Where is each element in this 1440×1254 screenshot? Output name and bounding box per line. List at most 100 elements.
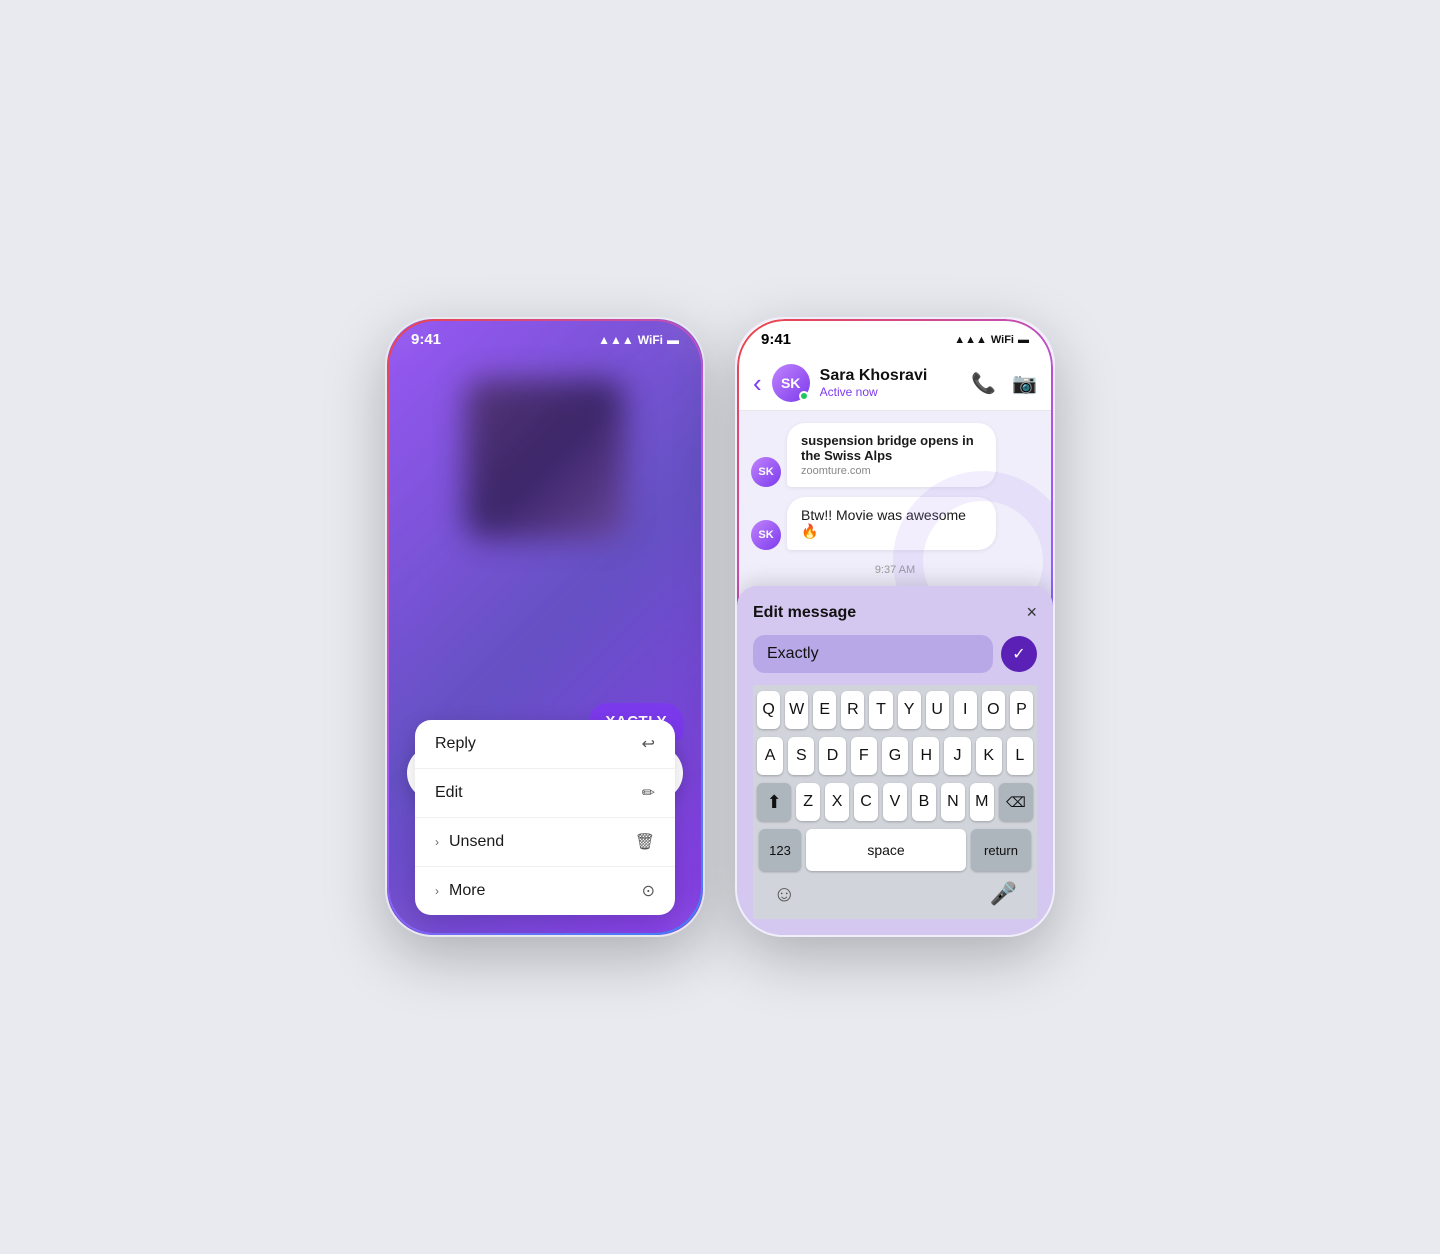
key-z[interactable]: Z	[796, 783, 820, 821]
more-label: More	[449, 882, 485, 900]
key-y[interactable]: Y	[898, 691, 921, 729]
key-t[interactable]: T	[869, 691, 892, 729]
context-menu: Reply ↩ Edit ✏ › Unsend 🗑	[415, 720, 675, 915]
blurred-image	[465, 379, 625, 539]
trash-icon: 🗑	[635, 832, 655, 852]
more-chevron: ›	[435, 884, 439, 898]
key-d[interactable]: D	[819, 737, 845, 775]
timestamp-text: 9:37 AM	[875, 564, 915, 576]
context-menu-reply[interactable]: Reply ↩	[415, 720, 675, 769]
key-i[interactable]: I	[954, 691, 977, 729]
context-menu-edit[interactable]: Edit ✏	[415, 769, 675, 818]
time-right: 9:41	[761, 331, 791, 348]
context-menu-more[interactable]: › More ⊙	[415, 867, 675, 915]
key-a[interactable]: A	[757, 737, 783, 775]
edit-label: Edit	[435, 784, 463, 802]
edit-modal-title: Edit message	[753, 604, 856, 622]
contact-info: Sara Khosravi Active now	[820, 367, 962, 399]
context-menu-unsend[interactable]: › Unsend 🗑	[415, 818, 675, 867]
key-s[interactable]: S	[788, 737, 814, 775]
contact-name: Sara Khosravi	[820, 367, 962, 385]
battery-icon-left: ▬	[667, 333, 679, 347]
right-phone: 9:41 ▲▲▲ WiFi ▬ ‹ SK Sara Khosravi Activ…	[735, 317, 1055, 937]
key-f[interactable]: F	[851, 737, 877, 775]
keyboard-row-1: Q W E R T Y U I O P	[757, 691, 1033, 729]
emoji-keyboard-icon[interactable]: ☺	[773, 881, 795, 907]
edit-modal-close-button[interactable]: ×	[1026, 602, 1037, 623]
key-p[interactable]: P	[1010, 691, 1033, 729]
signal-icon-left: ▲▲▲	[598, 333, 634, 347]
edit-input-field[interactable]	[753, 635, 993, 673]
status-bar-right: 9:41 ▲▲▲ WiFi ▬	[737, 319, 1053, 356]
link-bubble: suspension bridge opens in the Swiss Alp…	[787, 423, 996, 487]
online-dot	[799, 391, 809, 401]
key-numbers[interactable]: 123	[759, 829, 801, 871]
received-bubble-1: Btw!! Movie was awesome 🔥	[787, 497, 996, 550]
video-icon[interactable]: 📷	[1012, 371, 1037, 396]
key-h[interactable]: H	[913, 737, 939, 775]
key-o[interactable]: O	[982, 691, 1005, 729]
more-icon: ⊙	[642, 881, 655, 901]
wifi-icon-left: WiFi	[638, 333, 663, 347]
chat-header: ‹ SK Sara Khosravi Active now 📞 📷	[737, 356, 1053, 411]
timestamp: 9:37 AM	[751, 564, 1039, 576]
key-r[interactable]: R	[841, 691, 864, 729]
header-actions: 📞 📷	[971, 371, 1037, 396]
avatar-sm-1: SK	[751, 457, 781, 487]
key-x[interactable]: X	[825, 783, 849, 821]
key-v[interactable]: V	[883, 783, 907, 821]
key-delete[interactable]: ⌫	[999, 783, 1033, 821]
message-received-1: SK Btw!! Movie was awesome 🔥	[751, 497, 996, 550]
battery-icon-right: ▬	[1018, 334, 1029, 346]
key-n[interactable]: N	[941, 783, 965, 821]
keyboard-bottom-row: 123 space return	[757, 829, 1033, 871]
edit-modal-header: Edit message ×	[753, 602, 1037, 623]
edit-submit-button[interactable]: ✓	[1001, 636, 1037, 672]
key-w[interactable]: W	[785, 691, 808, 729]
keyboard: Q W E R T Y U I O P A S D	[753, 685, 1037, 919]
key-return[interactable]: return	[971, 829, 1031, 871]
key-e[interactable]: E	[813, 691, 836, 729]
key-l[interactable]: L	[1007, 737, 1033, 775]
key-q[interactable]: Q	[757, 691, 780, 729]
received-text-1: Btw!! Movie was awesome 🔥	[801, 507, 966, 539]
status-icons-left: ▲▲▲ WiFi ▬	[598, 333, 679, 347]
avatar: SK	[772, 364, 810, 402]
link-title: suspension bridge opens in the Swiss Alp…	[801, 433, 982, 463]
contact-status: Active now	[820, 385, 962, 399]
edit-modal: Edit message × ✓ Q W E R T Y	[737, 586, 1053, 935]
key-c[interactable]: C	[854, 783, 878, 821]
unsend-chevron: ›	[435, 835, 439, 849]
keyboard-extras: ☺ 🎤	[757, 875, 1033, 913]
key-u[interactable]: U	[926, 691, 949, 729]
keyboard-row-2: A S D F G H J K L	[757, 737, 1033, 775]
back-button[interactable]: ‹	[753, 368, 762, 399]
scene: 9:41 ▲▲▲ WiFi ▬ XACTLY ❤️ 😆 😮 😢 😠 👍 +	[385, 317, 1055, 937]
key-j[interactable]: J	[944, 737, 970, 775]
reply-icon: ↩	[642, 734, 655, 754]
keyboard-row-3: ⬆ Z X C V B N M ⌫	[757, 783, 1033, 821]
key-g[interactable]: G	[882, 737, 908, 775]
reply-label: Reply	[435, 735, 476, 753]
key-space[interactable]: space	[806, 829, 966, 871]
status-bar-left: 9:41 ▲▲▲ WiFi ▬	[387, 319, 703, 356]
message-link: SK suspension bridge opens in the Swiss …	[751, 423, 996, 487]
avatar-sm-2: SK	[751, 520, 781, 550]
mic-keyboard-icon[interactable]: 🎤	[990, 881, 1017, 907]
status-icons-right: ▲▲▲ WiFi ▬	[954, 334, 1029, 346]
time-left: 9:41	[411, 331, 441, 348]
call-icon[interactable]: 📞	[971, 371, 996, 396]
left-phone: 9:41 ▲▲▲ WiFi ▬ XACTLY ❤️ 😆 😮 😢 😠 👍 +	[385, 317, 705, 937]
key-k[interactable]: K	[976, 737, 1002, 775]
key-m[interactable]: M	[970, 783, 994, 821]
key-b[interactable]: B	[912, 783, 936, 821]
unsend-label: Unsend	[449, 833, 504, 851]
link-url: zoomture.com	[801, 465, 982, 477]
signal-icon-right: ▲▲▲	[954, 334, 987, 346]
edit-icon: ✏	[642, 783, 655, 803]
wifi-icon-right: WiFi	[991, 334, 1014, 346]
edit-input-row: ✓	[753, 635, 1037, 673]
left-phone-content: 9:41 ▲▲▲ WiFi ▬ XACTLY ❤️ 😆 😮 😢 😠 👍 +	[387, 319, 703, 935]
right-phone-inner: 9:41 ▲▲▲ WiFi ▬ ‹ SK Sara Khosravi Activ…	[737, 319, 1053, 935]
key-shift[interactable]: ⬆	[757, 783, 791, 821]
